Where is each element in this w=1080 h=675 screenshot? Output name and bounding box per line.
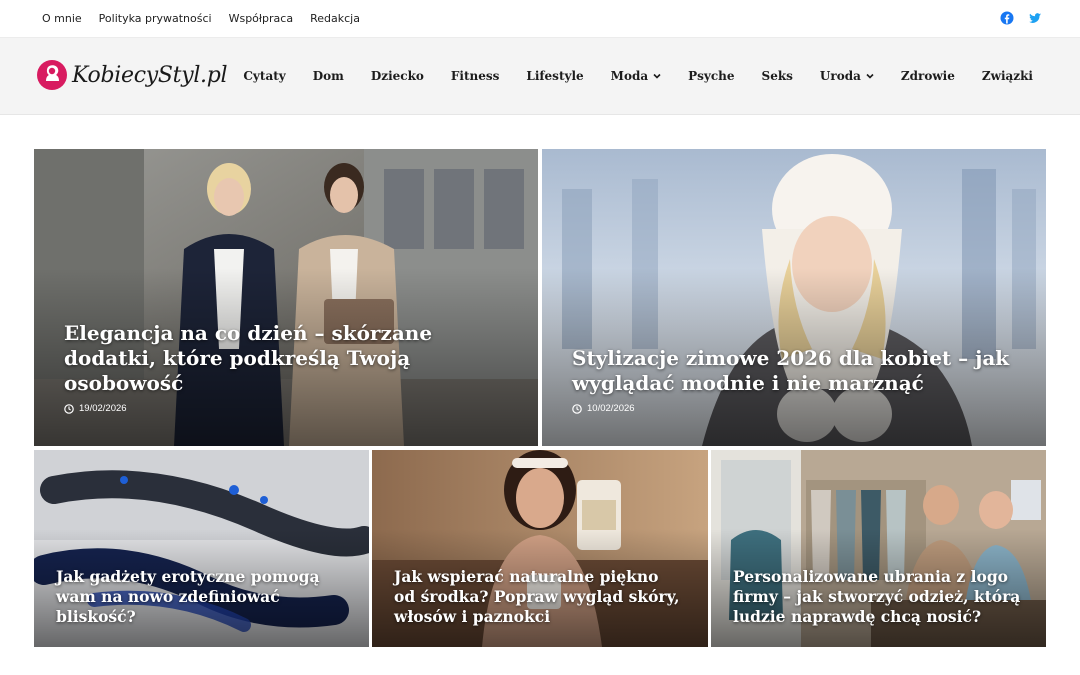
facebook-icon[interactable]: [1000, 11, 1014, 25]
site-logo[interactable]: KobiecyStyl.pl: [36, 58, 228, 92]
nav-zdrowie[interactable]: Zdrowie: [901, 69, 955, 83]
clock-icon: [64, 403, 74, 414]
nav-uroda[interactable]: Uroda: [820, 69, 874, 83]
top-nav-o-mnie[interactable]: O mnie: [42, 12, 82, 25]
post-title[interactable]: Stylizacje zimowe 2026 dla kobiet – jak …: [572, 346, 1012, 396]
post-card-1[interactable]: Jak gadżety erotyczne pomogą wam na nowo…: [34, 450, 369, 647]
chevron-down-icon: [653, 73, 661, 79]
chevron-down-icon: [866, 73, 874, 79]
nav-label: Związki: [981, 69, 1033, 83]
post-title[interactable]: Jak wspierać naturalne piękno od środka?…: [394, 567, 684, 627]
featured-post-1[interactable]: Elegancja na co dzień – skórzane dodatki…: [34, 149, 538, 446]
nav-dziecko[interactable]: Dziecko: [371, 69, 424, 83]
post-title[interactable]: Personalizowane ubrania z logo firmy – j…: [733, 567, 1023, 627]
logo-woman-icon: [37, 60, 67, 90]
top-nav-wspolpraca[interactable]: Współpraca: [229, 12, 293, 25]
top-nav: O mnie Polityka prywatności Współpraca R…: [42, 12, 360, 25]
twitter-icon[interactable]: [1028, 11, 1042, 25]
post-date-text: 19/02/2026: [79, 403, 127, 414]
nav-label: Moda: [610, 69, 649, 83]
nav-label: Seks: [761, 69, 793, 83]
post-card-2[interactable]: Jak wspierać naturalne piękno od środka?…: [372, 450, 708, 647]
nav-label: Dom: [312, 69, 344, 83]
site-header: KobiecyStyl.pl Cytaty Dom Dziecko Fitnes…: [0, 38, 1080, 115]
clock-icon: [572, 403, 582, 414]
nav-label: Dziecko: [370, 69, 424, 83]
social-links: [1000, 11, 1042, 25]
nav-label: Psyche: [688, 69, 735, 83]
post-title[interactable]: Jak gadżety erotyczne pomogą wam na nowo…: [56, 567, 346, 627]
post-date: 10/02/2026: [572, 403, 635, 414]
post-card-3[interactable]: Personalizowane ubrania z logo firmy – j…: [711, 450, 1046, 647]
nav-seks[interactable]: Seks: [762, 69, 793, 83]
nav-dom[interactable]: Dom: [313, 69, 344, 83]
nav-label: Fitness: [450, 69, 500, 83]
nav-moda[interactable]: Moda: [611, 69, 661, 83]
top-nav-redakcja[interactable]: Redakcja: [310, 12, 360, 25]
top-bar: O mnie Polityka prywatności Współpraca R…: [0, 0, 1080, 38]
logo-text: KobiecyStyl.pl: [72, 62, 228, 88]
post-title[interactable]: Elegancja na co dzień – skórzane dodatki…: [64, 321, 504, 396]
post-date: 19/02/2026: [64, 403, 127, 414]
nav-zwiazki[interactable]: Związki: [982, 69, 1033, 83]
nav-lifestyle[interactable]: Lifestyle: [526, 69, 583, 83]
nav-label: Cytaty: [243, 69, 286, 83]
nav-label: Lifestyle: [526, 69, 584, 83]
nav-label: Uroda: [819, 69, 861, 83]
featured-post-2[interactable]: Stylizacje zimowe 2026 dla kobiet – jak …: [542, 149, 1046, 446]
post-date-text: 10/02/2026: [587, 403, 635, 414]
nav-psyche[interactable]: Psyche: [688, 69, 734, 83]
top-nav-polityka[interactable]: Polityka prywatności: [99, 12, 212, 25]
nav-fitness[interactable]: Fitness: [451, 69, 500, 83]
nav-label: Zdrowie: [900, 69, 955, 83]
nav-cytaty[interactable]: Cytaty: [243, 69, 285, 83]
main-nav: Cytaty Dom Dziecko Fitness Lifestyle Mod…: [243, 69, 1033, 83]
